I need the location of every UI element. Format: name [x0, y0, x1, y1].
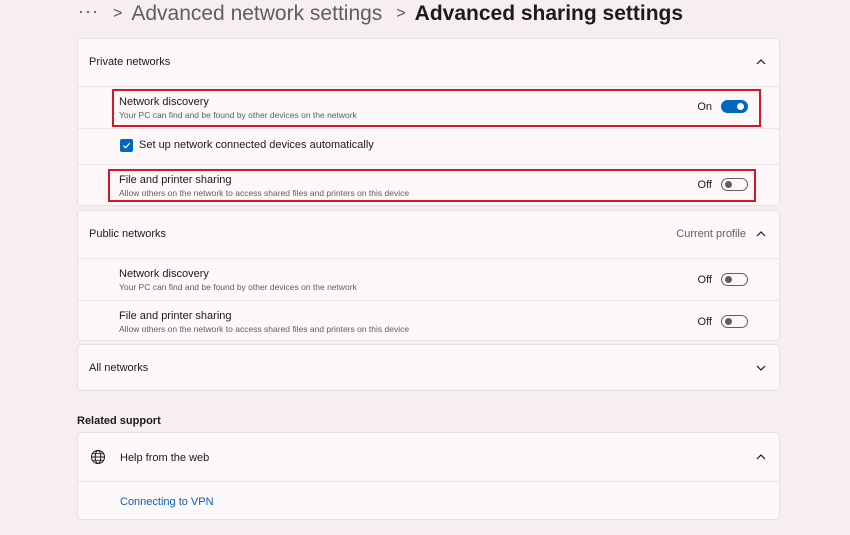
- all-networks-header[interactable]: All networks: [78, 345, 779, 391]
- public-file-sharing-row: File and printer sharing Allow others on…: [78, 300, 779, 343]
- auto-setup-label[interactable]: Set up network connected devices automat…: [139, 139, 374, 151]
- setting-description: Allow others on the network to access sh…: [119, 324, 410, 334]
- file-printer-sharing-toggle[interactable]: [721, 178, 748, 191]
- setting-description: Your PC can find and be found by other d…: [119, 110, 357, 120]
- all-networks-section: All networks: [77, 344, 780, 391]
- private-file-sharing-row: File and printer sharing Allow others on…: [78, 164, 779, 207]
- toggle-knob: [725, 318, 732, 325]
- toggle-group: Off: [698, 273, 748, 286]
- public-networks-header[interactable]: Public networks Current profile: [78, 211, 779, 257]
- page-title: Advanced sharing settings: [414, 2, 684, 25]
- help-from-web-section: Help from the web Connecting to VPN: [77, 432, 780, 520]
- chevron-up-icon[interactable]: [754, 227, 768, 241]
- public-networks-section: Public networks Current profile Network …: [77, 210, 780, 341]
- more-icon[interactable]: ···: [78, 1, 99, 22]
- private-networks-header[interactable]: Private networks: [78, 39, 779, 85]
- network-discovery-toggle[interactable]: [721, 100, 748, 113]
- related-support-heading: Related support: [77, 415, 161, 427]
- setting-text: File and printer sharing Allow others on…: [119, 174, 409, 198]
- setting-title: Network discovery: [119, 96, 209, 108]
- chevron-right-icon: >: [112, 5, 123, 22]
- public-network-discovery-row: Network discovery Your PC can find and b…: [78, 258, 779, 301]
- setting-title: Network discovery: [119, 268, 209, 280]
- toggle-group: Off: [698, 315, 748, 328]
- help-link-row: Connecting to VPN: [78, 481, 779, 521]
- setting-text: Network discovery Your PC can find and b…: [119, 96, 357, 120]
- chevron-right-icon: >: [396, 5, 406, 22]
- section-title: All networks: [89, 362, 149, 374]
- setting-title: File and printer sharing: [119, 174, 232, 186]
- toggle-knob: [725, 181, 732, 188]
- chevron-up-icon[interactable]: [754, 55, 768, 69]
- file-printer-sharing-toggle[interactable]: [721, 315, 748, 328]
- setting-text: Network discovery Your PC can find and b…: [119, 268, 357, 292]
- toggle-state-label: On: [697, 100, 712, 113]
- section-title: Public networks: [89, 228, 167, 240]
- help-from-web-header[interactable]: Help from the web: [78, 433, 779, 481]
- section-title: Private networks: [89, 56, 171, 68]
- chevron-up-icon[interactable]: [754, 450, 768, 464]
- setting-description: Your PC can find and be found by other d…: [119, 282, 357, 292]
- toggle-knob: [737, 103, 744, 110]
- toggle-knob: [725, 276, 732, 283]
- private-networks-section: Private networks Network discovery Your …: [77, 38, 780, 206]
- toggle-state-label: Off: [697, 273, 712, 286]
- private-network-discovery-row: Network discovery Your PC can find and b…: [78, 86, 779, 129]
- connecting-to-vpn-link[interactable]: Connecting to VPN: [120, 496, 214, 508]
- toggle-group: On: [697, 100, 748, 113]
- current-profile-badge: Current profile: [676, 228, 746, 240]
- setting-text: File and printer sharing Allow others on…: [119, 310, 409, 334]
- auto-setup-row: Set up network connected devices automat…: [78, 128, 779, 165]
- breadcrumb-parent-link[interactable]: Advanced network settings: [131, 2, 382, 26]
- checkmark-icon: [122, 142, 131, 149]
- toggle-state-label: Off: [697, 178, 712, 191]
- toggle-state-label: Off: [697, 315, 712, 328]
- help-from-web-title: Help from the web: [120, 452, 210, 464]
- auto-setup-checkbox[interactable]: [120, 139, 133, 152]
- setting-title: File and printer sharing: [119, 310, 232, 322]
- network-discovery-toggle[interactable]: [721, 273, 748, 286]
- breadcrumb: ··· > Advanced network settings > Advanc…: [78, 0, 683, 28]
- chevron-down-icon[interactable]: [754, 361, 768, 375]
- setting-description: Allow others on the network to access sh…: [119, 188, 410, 198]
- globe-icon: [90, 449, 106, 465]
- toggle-group: Off: [698, 178, 748, 191]
